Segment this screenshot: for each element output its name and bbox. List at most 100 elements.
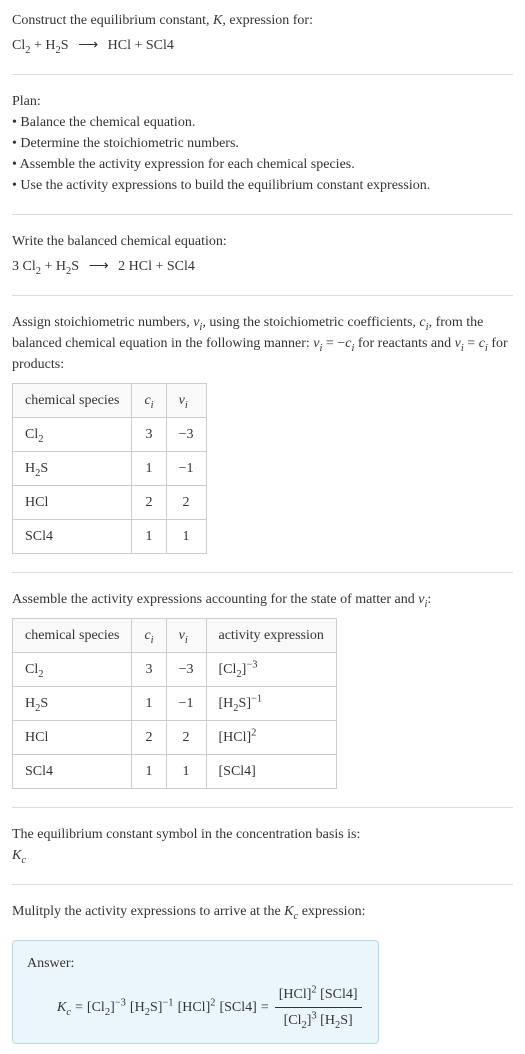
balanced-r2: H <box>56 259 66 274</box>
cell-c: 3 <box>132 418 166 452</box>
divider <box>12 74 513 75</box>
answer-term: [SCl4] <box>219 997 256 1018</box>
arrow-icon: ⟶ <box>78 38 98 53</box>
k-symbol: K <box>284 904 293 919</box>
cell-nu: 1 <box>166 520 206 554</box>
table-row: H2S 1 −1 <box>13 452 207 486</box>
activity-intro: Assemble the activity expressions accoun… <box>12 589 513 610</box>
cell-nu: 1 <box>166 755 206 789</box>
balanced-title: Write the balanced chemical equation: <box>12 231 513 252</box>
divider <box>12 807 513 808</box>
answer-term: [H2S]−1 <box>130 997 174 1018</box>
cell-c: 1 <box>132 520 166 554</box>
eq-text: = − <box>322 336 345 351</box>
answer-fraction: [HCl]2 [SCl4] [Cl2]3 [H2S] <box>275 984 362 1031</box>
answer-term: [HCl]2 <box>178 997 216 1018</box>
cell-nu: 2 <box>166 486 206 520</box>
k-sub: c <box>21 855 26 866</box>
eq-text: = <box>464 336 479 351</box>
cell-species: Cl2 <box>13 653 132 687</box>
cell-nu: −3 <box>166 653 206 687</box>
stoich-table: chemical species ci νi Cl2 3 −3 H2S 1 −1… <box>12 383 207 554</box>
plan-item: Assemble the activity expression for eac… <box>12 154 513 175</box>
cell-c: 3 <box>132 653 166 687</box>
fraction-denominator: [Cl2]3 [H2S] <box>275 1008 362 1031</box>
intro-k: K <box>213 13 222 28</box>
plan-item: Determine the stoichiometric numbers. <box>12 133 513 154</box>
intro-title-suffix: , expression for: <box>222 13 313 28</box>
table-row: H2S 1 −1 [H2S]−1 <box>13 687 337 721</box>
intro-title: Construct the equilibrium constant, K, e… <box>12 10 513 31</box>
intro-r1: Cl <box>12 38 25 53</box>
cell-activity: [H2S]−1 <box>206 687 336 721</box>
stoich-text: Assign stoichiometric numbers, <box>12 315 193 330</box>
cell-species: H2S <box>13 687 132 721</box>
intro-title-prefix: Construct the equilibrium constant, <box>12 13 213 28</box>
symbol-kc: Kc <box>12 845 513 866</box>
symbol-intro: The equilibrium constant symbol in the c… <box>12 824 513 845</box>
plan-list: Balance the chemical equation. Determine… <box>12 112 513 196</box>
intro-p1: HCl + SCl4 <box>108 38 174 53</box>
activity-table: chemical species ci νi activity expressi… <box>12 618 337 789</box>
nu-sub: i <box>185 635 188 646</box>
table-header-row: chemical species ci νi activity expressi… <box>13 619 337 653</box>
intro-reaction: Cl2 + H2S ⟶ HCl + SCl4 <box>12 35 513 56</box>
balanced-plus: + <box>41 259 56 274</box>
balanced-r1-coef: 3 <box>12 259 23 274</box>
cell-c: 2 <box>132 486 166 520</box>
plan-item: Use the activity expressions to build th… <box>12 175 513 196</box>
c-sub: i <box>151 635 154 646</box>
cell-c: 1 <box>132 687 166 721</box>
nu-sub: i <box>185 400 188 411</box>
cell-species: Cl2 <box>13 418 132 452</box>
c-sub: i <box>151 400 154 411</box>
cell-c: 1 <box>132 755 166 789</box>
table-row: Cl2 3 −3 [Cl2]−3 <box>13 653 337 687</box>
table-row: SCl4 1 1 [SCl4] <box>13 755 337 789</box>
answer-box: Answer: Kc = [Cl2]−3 [H2S]−1 [HCl]2 [SCl… <box>12 940 379 1044</box>
cell-activity: [HCl]2 <box>206 721 336 755</box>
arrow-icon: ⟶ <box>89 259 109 274</box>
cell-activity: [Cl2]−3 <box>206 653 336 687</box>
balanced-reaction: 3 Cl2 + H2S ⟶ 2 HCl + SCl4 <box>12 256 513 277</box>
cell-nu: −1 <box>166 687 206 721</box>
cell-species: SCl4 <box>13 520 132 554</box>
stoich-text: for reactants and <box>354 336 454 351</box>
header-nu: νi <box>166 619 206 653</box>
cell-species: H2S <box>13 452 132 486</box>
activity-text: Assemble the activity expressions accoun… <box>12 592 418 607</box>
answer-equation: Kc = [Cl2]−3 [H2S]−1 [HCl]2 [SCl4] = [HC… <box>57 984 364 1031</box>
cell-nu: 2 <box>166 721 206 755</box>
plan-section: Plan: Balance the chemical equation. Det… <box>12 91 513 196</box>
activity-section: Assemble the activity expressions accoun… <box>12 589 513 789</box>
cell-species: SCl4 <box>13 755 132 789</box>
stoich-text: , using the stoichiometric coefficients, <box>202 315 419 330</box>
header-species: chemical species <box>13 619 132 653</box>
table-row: Cl2 3 −3 <box>13 418 207 452</box>
cell-species: HCl <box>13 486 132 520</box>
equals: = <box>261 997 269 1018</box>
cell-c: 1 <box>132 452 166 486</box>
divider <box>12 214 513 215</box>
cell-nu: −3 <box>166 418 206 452</box>
plan-title: Plan: <box>12 91 513 112</box>
balanced-p1-coef: 2 <box>118 259 129 274</box>
cell-activity: [SCl4] <box>206 755 336 789</box>
header-activity: activity expression <box>206 619 336 653</box>
cell-species: HCl <box>13 721 132 755</box>
k-symbol: K <box>12 848 21 863</box>
equals: = <box>75 997 83 1018</box>
fraction-numerator: [HCl]2 [SCl4] <box>275 984 362 1008</box>
header-c: ci <box>132 619 166 653</box>
answer-lhs: Kc <box>57 997 71 1018</box>
balanced-r1: Cl <box>23 259 36 274</box>
balanced-p1: HCl + SCl4 <box>129 259 195 274</box>
table-row: HCl 2 2 [HCl]2 <box>13 721 337 755</box>
multiply-intro: Mulitply the activity expressions to arr… <box>12 901 513 922</box>
answer-label: Answer: <box>27 953 364 974</box>
symbol-section: The equilibrium constant symbol in the c… <box>12 824 513 866</box>
multiply-text: expression: <box>298 904 365 919</box>
intro-plus: + <box>30 38 45 53</box>
table-row: SCl4 1 1 <box>13 520 207 554</box>
divider <box>12 884 513 885</box>
